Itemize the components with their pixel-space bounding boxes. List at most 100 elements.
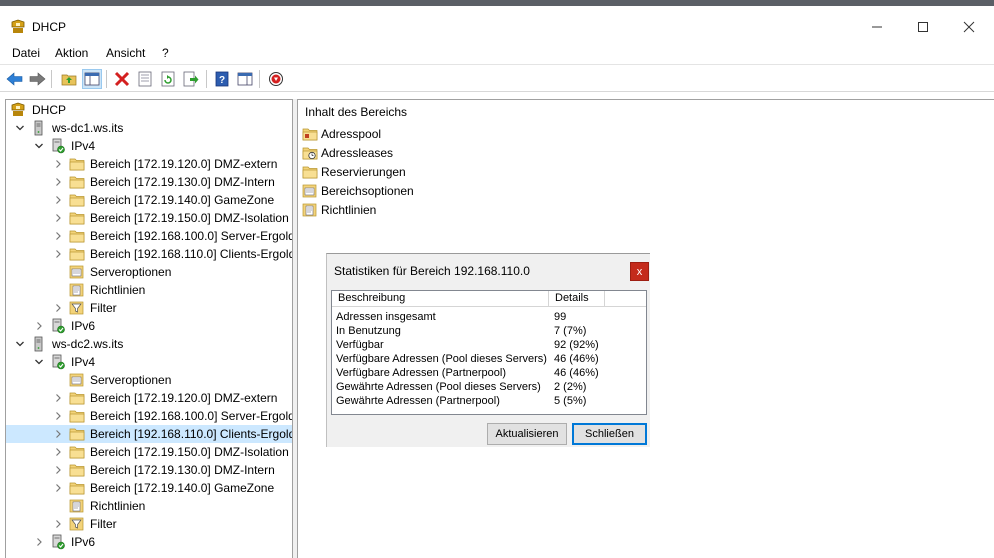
expand-chevron-icon[interactable] — [52, 158, 64, 170]
expand-chevron-icon[interactable] — [52, 392, 64, 404]
show-console-tree-button[interactable] — [82, 69, 102, 89]
dialog-close-x-button[interactable]: x — [630, 262, 649, 281]
expand-chevron-icon[interactable] — [52, 176, 64, 188]
tree-node[interactable]: Bereich [192.168.110.0] Clients-Ergoldsb… — [6, 425, 292, 443]
collapse-chevron-icon[interactable] — [33, 140, 45, 152]
delete-button[interactable] — [112, 69, 132, 89]
tree-node-label: Filter — [90, 301, 117, 315]
console-tree[interactable]: DHCP ws-dc1.ws.its IPv4 Bereich [172.19.120… — [5, 99, 293, 558]
list-item[interactable]: Gewährte Adressen (Pool dieses Servers) 2… — [332, 380, 646, 394]
forward-button[interactable] — [27, 69, 47, 89]
tree-node[interactable]: Richtlinien — [6, 281, 292, 299]
tree-node[interactable]: IPv6 — [6, 317, 292, 335]
content-item[interactable]: Adressleases — [302, 144, 502, 162]
maximize-icon — [918, 22, 928, 32]
folder-icon — [69, 246, 85, 262]
content-item-label: Richtlinien — [321, 203, 377, 217]
expand-chevron-icon[interactable] — [52, 446, 64, 458]
tree-node[interactable]: IPv6 — [6, 533, 292, 551]
content-item[interactable]: Bereichsoptionen — [302, 182, 502, 200]
collapse-chevron-icon[interactable] — [33, 356, 45, 368]
tree-node[interactable]: IPv4 — [6, 353, 292, 371]
tree-node[interactable]: Bereich [172.19.150.0] DMZ-Isolation — [6, 209, 292, 227]
close-dialog-button[interactable]: Schließen — [572, 423, 647, 445]
list-item[interactable]: Verfügbare Adressen (Pool dieses Servers… — [332, 352, 646, 366]
stop-service-button[interactable] — [266, 69, 286, 89]
tree-node[interactable]: ws-dc1.ws.its — [6, 119, 292, 137]
content-item[interactable]: Adresspool — [302, 125, 502, 143]
expand-chevron-icon[interactable] — [52, 212, 64, 224]
stat-value: 46 (46%) — [554, 367, 599, 379]
expand-chevron-icon[interactable] — [33, 320, 45, 332]
menu-help[interactable]: ? — [162, 46, 169, 60]
tree-node[interactable]: IPv4 — [6, 137, 292, 155]
tree-node-label: Bereich [192.168.100.0] Server-Ergoldsba… — [90, 229, 293, 243]
stat-description: Adressen insgesamt — [336, 311, 436, 323]
tree-node-label: Serveroptionen — [90, 373, 172, 387]
action-pane-icon — [237, 72, 253, 86]
stat-description: In Benutzung — [336, 325, 401, 337]
content-item-label: Adressleases — [321, 146, 394, 160]
tree-node[interactable]: Serveroptionen — [6, 263, 292, 281]
collapse-chevron-icon[interactable] — [14, 122, 26, 134]
tree-node[interactable]: Bereich [192.168.110.0] Clients-Ergoldsb… — [6, 245, 292, 263]
statistics-list[interactable]: Beschreibung Details Adressen insgesamt 9… — [331, 290, 647, 415]
stat-value: 5 (5%) — [554, 395, 587, 407]
list-item[interactable]: In Benutzung 7 (7%) — [332, 324, 646, 338]
list-item[interactable]: Verfügbar 92 (92%) — [332, 338, 646, 352]
column-header-beschreibung[interactable]: Beschreibung — [332, 291, 549, 307]
menu-datei[interactable]: Datei — [12, 46, 40, 60]
refresh-button[interactable] — [158, 69, 178, 89]
tree-node[interactable]: Filter — [6, 515, 292, 533]
folder-icon — [69, 408, 85, 424]
expand-chevron-icon[interactable] — [33, 536, 45, 548]
policy-icon — [69, 282, 85, 298]
menu-ansicht[interactable]: Ansicht — [106, 46, 145, 60]
list-item[interactable]: Verfügbare Adressen (Partnerpool) 46 (46%… — [332, 366, 646, 380]
tree-node[interactable]: Bereich [172.19.140.0] GameZone — [6, 479, 292, 497]
back-button[interactable] — [5, 69, 25, 89]
list-item[interactable]: Gewährte Adressen (Partnerpool) 5 (5%) — [332, 394, 646, 408]
tree-node[interactable]: ws-dc2.ws.its — [6, 335, 292, 353]
tree-node[interactable]: DHCP — [6, 101, 292, 119]
close-icon — [963, 21, 975, 33]
tree-node[interactable]: Bereich [172.19.120.0] DMZ-extern — [6, 155, 292, 173]
menu-aktion[interactable]: Aktion — [55, 46, 88, 60]
expand-chevron-icon[interactable] — [52, 464, 64, 476]
expand-chevron-icon[interactable] — [52, 428, 64, 440]
properties-button[interactable] — [135, 69, 155, 89]
expand-chevron-icon[interactable] — [52, 410, 64, 422]
column-header-details[interactable]: Details — [549, 291, 605, 307]
expand-chevron-icon[interactable] — [52, 482, 64, 494]
tree-node[interactable]: Filter — [6, 299, 292, 317]
tree-node[interactable]: Bereich [172.19.140.0] GameZone — [6, 191, 292, 209]
options-icon — [69, 372, 85, 388]
tree-node[interactable]: Bereich [192.168.100.0] Server-Ergoldsba… — [6, 227, 293, 245]
tree-node[interactable]: Bereich [172.19.130.0] DMZ-Intern — [6, 461, 292, 479]
tree-node[interactable]: Bereich [172.19.150.0] DMZ-Isolation — [6, 443, 292, 461]
tree-node[interactable]: Bereich [172.19.120.0] DMZ-extern — [6, 389, 292, 407]
refresh-stats-button[interactable]: Aktualisieren — [487, 423, 567, 445]
ipv4-icon — [50, 138, 66, 154]
collapse-chevron-icon[interactable] — [14, 338, 26, 350]
minimize-button[interactable] — [854, 12, 900, 42]
tree-node[interactable]: Richtlinien — [6, 497, 292, 515]
expand-chevron-icon[interactable] — [52, 230, 64, 242]
list-item[interactable]: Adressen insgesamt 99 — [332, 310, 646, 324]
help-button[interactable]: ? — [212, 69, 232, 89]
expand-chevron-icon[interactable] — [52, 248, 64, 260]
content-item[interactable]: Reservierungen — [302, 163, 502, 181]
export-list-button[interactable] — [181, 69, 201, 89]
tree-node-label: DHCP — [32, 103, 67, 117]
action-pane-button[interactable] — [235, 69, 255, 89]
maximize-button[interactable] — [900, 12, 946, 42]
up-folder-button[interactable] — [59, 69, 79, 89]
expand-chevron-icon[interactable] — [52, 194, 64, 206]
tree-node[interactable]: Bereich [192.168.100.0] Server-Ergoldsba… — [6, 407, 292, 425]
tree-node[interactable]: Bereich [172.19.130.0] DMZ-Intern — [6, 173, 292, 191]
close-window-button[interactable] — [946, 12, 992, 42]
content-item[interactable]: Richtlinien — [302, 201, 502, 219]
expand-chevron-icon[interactable] — [52, 518, 64, 530]
expand-chevron-icon[interactable] — [52, 302, 64, 314]
tree-node[interactable]: Serveroptionen — [6, 371, 292, 389]
